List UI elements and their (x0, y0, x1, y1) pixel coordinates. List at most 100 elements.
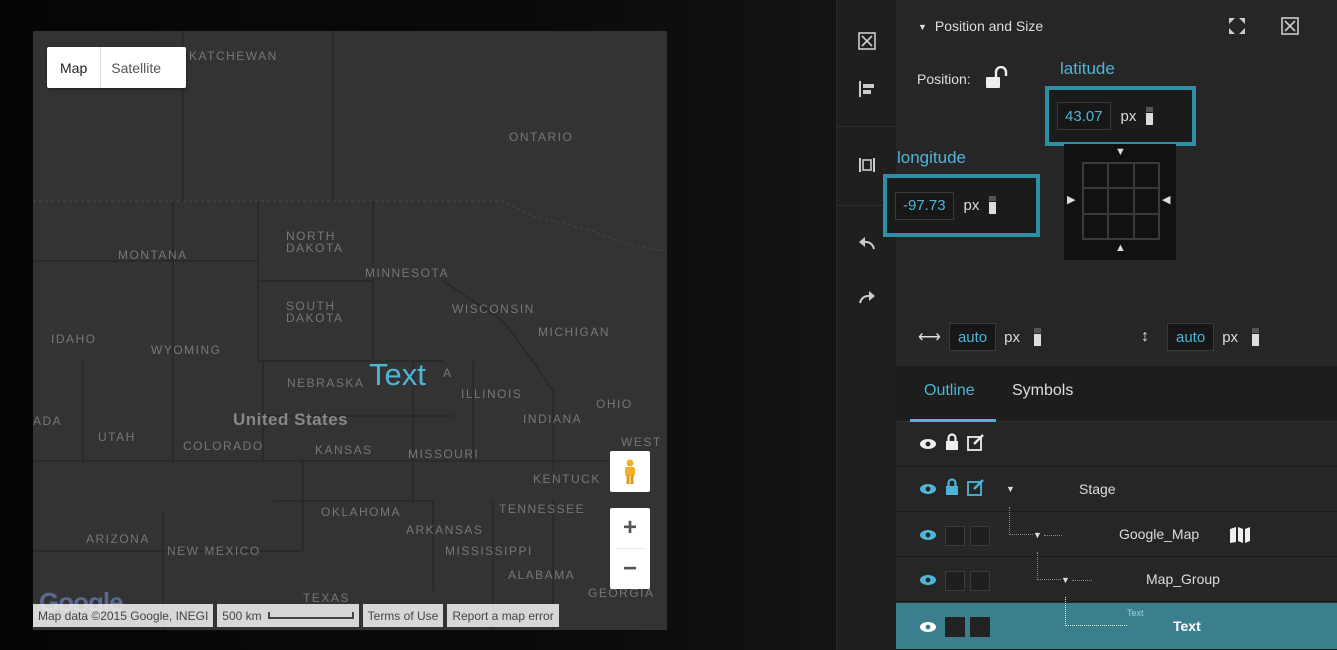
outline-row-text[interactable]: Text Text (896, 597, 1337, 650)
anchor-cell[interactable] (1133, 213, 1159, 239)
map-label-ontario: ONTARIO (509, 130, 574, 144)
outline-row-stage[interactable]: ▼ Stage (896, 468, 1337, 512)
y-unit-toggle[interactable] (1146, 106, 1154, 125)
outline-row-label: Text (1173, 618, 1201, 634)
close-panel-button[interactable] (1279, 15, 1301, 37)
outline-row-label: Stage (1079, 481, 1116, 497)
distribute-icon (859, 158, 875, 172)
anchor-left-arrow-icon[interactable]: ▶ (1067, 193, 1075, 206)
map-label-mississippi: MISSISSIPPI (445, 544, 533, 558)
outline-row-label: Map_Group (1146, 571, 1220, 587)
height-arrows-icon: ↕ (1141, 328, 1149, 345)
height-field[interactable]: auto (1167, 323, 1215, 351)
map-label-missouri: MISSOURI (408, 447, 480, 461)
x-unit-toggle[interactable] (989, 196, 997, 214)
tab-outline[interactable]: Outline (924, 382, 975, 400)
anchor-cell[interactable] (1133, 188, 1159, 214)
redo-button[interactable] (850, 280, 884, 314)
anchor-cell[interactable] (1083, 163, 1109, 189)
text-thumbnail: Text (1127, 608, 1144, 618)
section-title[interactable]: ▼ Position and Size (918, 18, 1043, 34)
map-label-nebraska: NEBRASKA (287, 376, 365, 390)
map-label-arkansas: ARKANSAS (406, 523, 484, 537)
lock-toggle-empty[interactable] (945, 617, 965, 637)
latitude-callout-label: latitude (1060, 59, 1115, 78)
report-map-error-link[interactable]: Report a map error (447, 604, 559, 627)
map-label-west-partial: WEST (621, 435, 662, 449)
map-type-satellite-button[interactable]: Satellite (100, 47, 171, 88)
expand-triangle-icon[interactable]: ▼ (1061, 575, 1070, 585)
y-unit-label[interactable]: px (1121, 108, 1137, 125)
expand-arrows-icon (1229, 18, 1245, 34)
google-map[interactable]: KATCHEWAN ONTARIO MONTANA NORTH DAKOTA M… (33, 31, 667, 630)
position-lock-toggle[interactable] (984, 65, 1010, 95)
width-unit-label[interactable]: px (1004, 329, 1020, 346)
vertical-toolbar (836, 0, 897, 650)
collapse-triangle-icon: ▼ (918, 22, 927, 32)
distribute-button[interactable] (850, 148, 884, 182)
lock-icon[interactable] (945, 478, 959, 496)
properties-panel: ▼ Position and Size Position: latitude 43… (883, 0, 1337, 650)
map-label-alabama: ALABAMA (508, 568, 576, 582)
close-box-button[interactable] (850, 24, 884, 58)
anchor-cell[interactable] (1108, 188, 1134, 214)
lock-toggle-empty[interactable] (945, 571, 965, 591)
anchor-right-arrow-icon[interactable]: ◀ (1162, 193, 1170, 206)
width-row: ⟷ auto px (918, 323, 1041, 351)
map-label-texas: TEXAS (303, 591, 350, 605)
outline-row-label: Google_Map (1119, 526, 1200, 542)
map-label-north-dakota: NORTH DAKOTA (286, 229, 344, 255)
edit-icon[interactable] (967, 478, 985, 496)
outline-row-google-map[interactable]: ▼ Google_Map (896, 507, 1337, 557)
zoom-out-button[interactable]: − (610, 549, 650, 589)
height-unit-toggle[interactable] (1252, 328, 1260, 346)
lock-icon[interactable] (945, 433, 959, 451)
width-unit-toggle[interactable] (1033, 328, 1041, 346)
width-field[interactable]: auto (948, 323, 997, 351)
align-button[interactable] (850, 72, 884, 106)
edit-icon[interactable] (967, 433, 985, 451)
map-label-wyoming: WYOMING (151, 343, 222, 357)
anchor-cell[interactable] (1108, 213, 1134, 239)
y-position-field[interactable]: 43.07 (1057, 102, 1111, 130)
section-title-label: Position and Size (934, 18, 1044, 34)
anchor-bottom-arrow-icon[interactable]: ▲ (1115, 242, 1126, 254)
map-label-kansas: KANSAS (315, 443, 373, 457)
eye-icon[interactable] (920, 484, 936, 494)
scale-bar (267, 612, 354, 619)
expand-triangle-icon[interactable]: ▼ (1006, 484, 1015, 494)
undo-button[interactable] (850, 226, 884, 260)
eye-icon[interactable] (920, 575, 936, 585)
eye-icon[interactable] (920, 530, 936, 540)
expand-button[interactable] (1226, 15, 1248, 37)
eye-icon[interactable] (920, 439, 936, 449)
height-unit-label[interactable]: px (1222, 329, 1238, 346)
text-element-on-map[interactable]: Text (369, 359, 426, 391)
map-data-attribution: Map data ©2015 Google, INEGI (33, 604, 214, 627)
street-view-pegman-button[interactable] (610, 451, 650, 492)
map-label-united-states: United States (233, 410, 349, 429)
outline-row-map-group[interactable]: ▼ Map_Group (896, 552, 1337, 602)
edit-toggle-empty[interactable] (970, 617, 990, 637)
x-position-field[interactable]: -97.73 (895, 191, 954, 220)
tree-connector (1037, 552, 1061, 580)
expand-triangle-icon[interactable]: ▼ (1033, 530, 1042, 540)
eye-icon[interactable] (920, 622, 936, 632)
x-unit-label[interactable]: px (964, 197, 980, 214)
tree-connector (1009, 507, 1033, 535)
map-type-map-button[interactable]: Map (47, 47, 100, 88)
map-label-idaho: IDAHO (51, 332, 97, 346)
lock-toggle-empty[interactable] (945, 526, 965, 546)
edit-toggle-empty[interactable] (970, 526, 990, 546)
anchor-cell[interactable] (1108, 163, 1134, 189)
anchor-cell[interactable] (1083, 213, 1109, 239)
zoom-in-button[interactable]: + (610, 508, 650, 548)
anchor-top-arrow-icon[interactable]: ▼ (1115, 146, 1126, 158)
terms-of-use-link[interactable]: Terms of Use (362, 604, 444, 627)
map-label-iowa-partial: A (443, 366, 453, 380)
edit-toggle-empty[interactable] (970, 571, 990, 591)
anchor-grid[interactable] (1082, 162, 1160, 240)
tab-symbols[interactable]: Symbols (1012, 382, 1073, 400)
anchor-cell[interactable] (1083, 188, 1109, 214)
anchor-cell[interactable] (1133, 163, 1159, 189)
